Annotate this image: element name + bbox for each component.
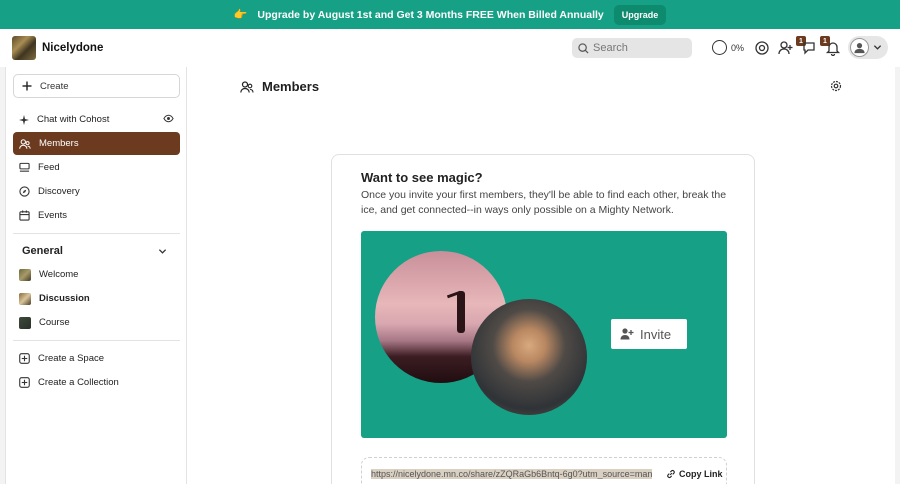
user-avatar-icon — [854, 43, 865, 54]
invite-members-card: Want to see magic? Once you invite your … — [331, 154, 755, 484]
sidebar-divider — [13, 340, 180, 341]
sidebar: Create Chat with Cohost Members Feed Dis… — [5, 67, 187, 484]
chevron-down-icon — [873, 45, 882, 50]
bell-icon — [825, 42, 841, 57]
chevron-down-icon[interactable] — [158, 247, 167, 256]
network-name[interactable]: Nicelydone — [42, 42, 103, 54]
sidebar-item-chat-with-cohost[interactable]: Chat with Cohost — [13, 108, 180, 131]
progress-value: 0% — [731, 42, 745, 53]
link-icon — [667, 469, 675, 479]
chat-icon — [803, 42, 815, 55]
space-item-discussion[interactable]: Discussion — [13, 287, 180, 310]
calendar-icon — [19, 210, 30, 221]
space-item-label: Course — [39, 317, 70, 328]
section-title-general[interactable]: General — [22, 245, 63, 257]
copy-link-button[interactable]: Copy Link — [666, 469, 723, 479]
sidebar-item-label: Members — [39, 138, 79, 149]
members-icon — [19, 138, 31, 149]
sidebar-item-label: Events — [38, 210, 68, 221]
upgrade-button[interactable]: Upgrade — [613, 4, 667, 25]
action-label: Create a Space — [38, 353, 105, 364]
space-thumbnail — [19, 268, 31, 281]
main-content: Members Want to see magic? Once you invi… — [187, 67, 895, 484]
card-body: Once you invite your first members, they… — [361, 189, 727, 216]
compass-icon — [19, 186, 30, 197]
sidebar-item-label: Discovery — [38, 186, 80, 197]
create-space-button[interactable]: Create a Space — [13, 347, 180, 370]
gear-icon[interactable] — [830, 80, 842, 92]
copy-link-label: Copy Link — [679, 469, 723, 479]
setup-progress[interactable]: 0% — [712, 40, 744, 55]
progress-ring-icon — [712, 40, 727, 55]
search-input[interactable] — [593, 42, 683, 54]
promo-text: Upgrade by August 1st and Get 3 Months F… — [257, 8, 604, 21]
share-link-box: https://nicelydone.mn.co/share/zZQRaGb6B… — [361, 457, 727, 484]
promo-banner: 👉 Upgrade by August 1st and Get 3 Months… — [0, 0, 900, 29]
add-user-icon — [778, 41, 793, 55]
chat-button[interactable]: 1 — [802, 36, 830, 56]
hero-illustration: Invite — [361, 231, 727, 438]
space-thumbnail — [19, 316, 31, 329]
space-item-course[interactable]: Course — [13, 311, 180, 334]
invite-label: Invite — [640, 326, 672, 342]
network-logo[interactable] — [12, 36, 36, 60]
eye-icon[interactable] — [163, 113, 174, 124]
search-icon — [578, 42, 589, 54]
space-item-label: Welcome — [39, 269, 79, 280]
sparkle-icon — [19, 114, 29, 125]
portrait-photo — [471, 299, 587, 415]
space-item-label: Discussion — [39, 293, 90, 304]
sidebar-item-label: Chat with Cohost — [37, 114, 110, 125]
sidebar-item-events[interactable]: Events — [13, 204, 180, 227]
plus-square-icon — [19, 377, 30, 388]
create-collection-button[interactable]: Create a Collection — [13, 371, 180, 394]
search-box[interactable] — [572, 38, 692, 58]
avatar — [850, 38, 869, 57]
profile-menu[interactable] — [848, 36, 888, 59]
sidebar-item-members[interactable]: Members — [13, 132, 180, 155]
sidebar-item-feed[interactable]: Feed — [13, 156, 180, 179]
space-thumbnail — [19, 292, 31, 305]
page-title: Members — [240, 79, 319, 94]
members-icon — [240, 80, 254, 93]
plus-square-icon — [19, 353, 30, 364]
space-item-welcome[interactable]: Welcome — [13, 263, 180, 286]
feed-icon — [19, 162, 30, 172]
page-title-text: Members — [262, 79, 320, 94]
invite-graphic: Invite — [611, 319, 687, 349]
pointing-hand-icon: 👉 — [233, 9, 248, 21]
plus-icon — [22, 81, 32, 91]
sidebar-item-label: Feed — [38, 162, 60, 173]
sidebar-item-discovery[interactable]: Discovery — [13, 180, 180, 203]
badge-gear-icon[interactable] — [754, 40, 770, 56]
sidebar-divider — [13, 233, 180, 234]
action-label: Create a Collection — [38, 377, 119, 388]
add-user-button[interactable]: 1 — [778, 36, 806, 56]
share-link-url[interactable]: https://nicelydone.mn.co/share/zZQRaGb6B… — [371, 469, 652, 479]
card-heading: Want to see magic? — [361, 170, 483, 185]
add-user-icon — [620, 328, 634, 340]
create-label: Create — [40, 80, 69, 92]
notifications-button[interactable] — [825, 40, 841, 57]
top-header: Nicelydone 0% 1 1 — [0, 29, 900, 67]
create-button[interactable]: Create — [13, 74, 180, 98]
